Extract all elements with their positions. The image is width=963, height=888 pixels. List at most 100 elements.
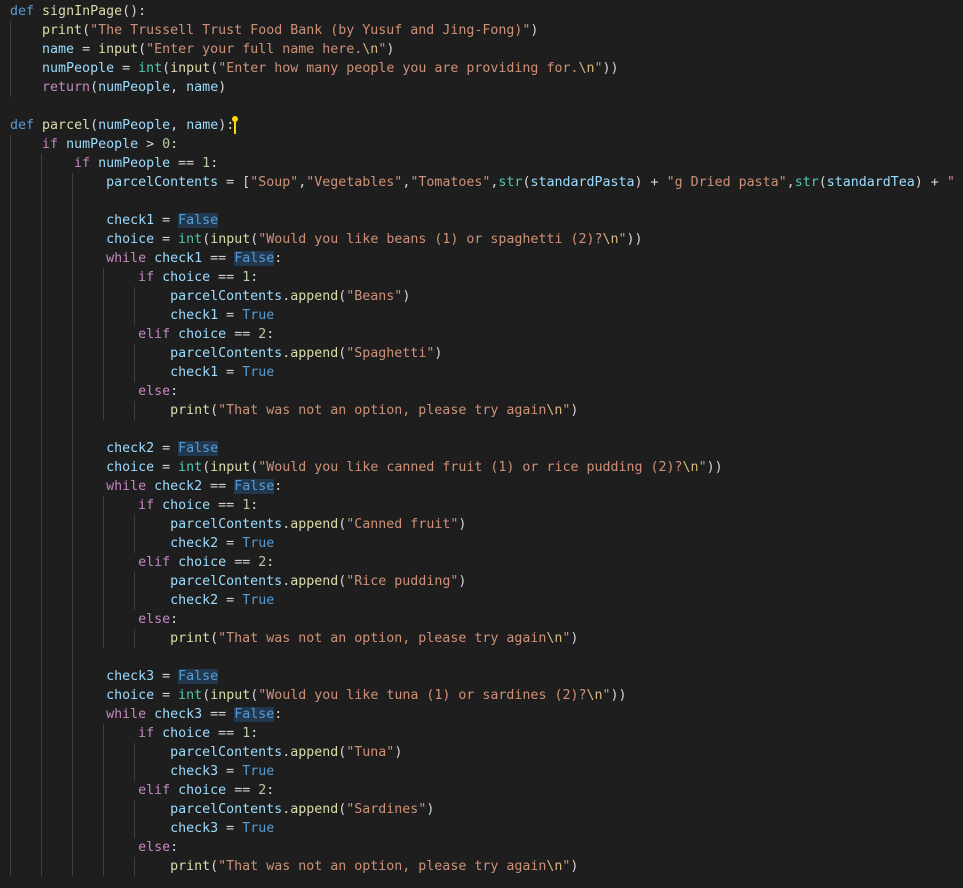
code-line[interactable]: numPeople = int(input("Enter how many pe…: [10, 59, 963, 78]
code-line[interactable]: choice = int(input("Would you like canne…: [10, 458, 963, 477]
code-text: elif choice == 2:: [138, 783, 275, 798]
indent-guide: [72, 192, 73, 211]
code-line[interactable]: check3 = True: [10, 762, 963, 781]
code-text: parcelContents.append("Canned fruit"): [170, 517, 467, 532]
code-line[interactable]: check2 = True: [10, 534, 963, 553]
code-line[interactable]: else:: [10, 610, 963, 629]
code-line[interactable]: else:: [10, 382, 963, 401]
code-line[interactable]: choice = int(input("Would you like beans…: [10, 230, 963, 249]
code-text: while check3 == False:: [106, 707, 283, 722]
code-text: while check2 == False:: [106, 479, 283, 494]
code-text: choice = int(input("Would you like canne…: [106, 460, 723, 475]
code-text: check3 = True: [170, 821, 275, 836]
indent-guide: [41, 648, 42, 667]
code-text: def signInPage():: [10, 4, 147, 19]
code-text: else:: [138, 840, 179, 855]
code-text: parcelContents.append("Beans"): [170, 289, 411, 304]
code-line[interactable]: elif choice == 2:: [10, 553, 963, 572]
code-text: return(numPeople, name): [42, 80, 227, 95]
code-text: check3 = True: [170, 764, 275, 779]
indent-guide: [10, 648, 11, 667]
code-editor[interactable]: def signInPage(): print("The Trussell Tr…: [0, 0, 963, 888]
code-text: choice = int(input("Would you like beans…: [106, 232, 643, 247]
code-text: name = input("Enter your full name here.…: [42, 42, 395, 57]
code-line[interactable]: print("The Trussell Trust Food Bank (by …: [10, 21, 963, 40]
code-line[interactable]: parcelContents.append("Beans"): [10, 287, 963, 306]
code-line[interactable]: check3 = False: [10, 667, 963, 686]
code-line[interactable]: [10, 97, 963, 116]
code-line[interactable]: parcelContents.append("Rice pudding"): [10, 572, 963, 591]
code-line[interactable]: [10, 420, 963, 439]
code-line[interactable]: [10, 192, 963, 211]
indent-guide: [41, 192, 42, 211]
code-line[interactable]: check1 = True: [10, 363, 963, 382]
code-text: def parcel(numPeople, name):: [10, 118, 235, 133]
code-line[interactable]: print("That was not an option, please tr…: [10, 857, 963, 876]
code-text: parcelContents = ["Soup","Vegetables","T…: [106, 175, 963, 190]
code-text: while check1 == False:: [106, 251, 283, 266]
code-line[interactable]: choice = int(input("Would you like tuna …: [10, 686, 963, 705]
code-line[interactable]: while check3 == False:: [10, 705, 963, 724]
code-line[interactable]: if choice == 1:: [10, 724, 963, 743]
code-text: parcelContents.append("Tuna"): [170, 745, 403, 760]
code-line[interactable]: check3 = True: [10, 819, 963, 838]
code-area[interactable]: def signInPage(): print("The Trussell Tr…: [10, 2, 963, 876]
code-line[interactable]: check1 = True: [10, 306, 963, 325]
code-line[interactable]: while check2 == False:: [10, 477, 963, 496]
code-line[interactable]: parcelContents = ["Soup","Vegetables","T…: [10, 173, 963, 192]
code-line[interactable]: print("That was not an option, please tr…: [10, 401, 963, 420]
code-line[interactable]: name = input("Enter your full name here.…: [10, 40, 963, 59]
code-line[interactable]: [10, 648, 963, 667]
indent-guide: [72, 648, 73, 667]
code-line[interactable]: if numPeople == 1:: [10, 154, 963, 173]
code-line[interactable]: parcelContents.append("Sardines"): [10, 800, 963, 819]
code-line[interactable]: check2 = False: [10, 439, 963, 458]
code-line[interactable]: return(numPeople, name): [10, 78, 963, 97]
code-line[interactable]: check2 = True: [10, 591, 963, 610]
code-text: choice = int(input("Would you like tuna …: [106, 688, 627, 703]
indent-guide: [41, 420, 42, 439]
code-text: else:: [138, 612, 179, 627]
code-line[interactable]: elif choice == 2:: [10, 781, 963, 800]
code-text: print("The Trussell Trust Food Bank (by …: [42, 23, 539, 38]
code-text: check1 = True: [170, 365, 275, 380]
code-text: check1 = True: [170, 308, 275, 323]
code-text: if numPeople == 1:: [74, 156, 219, 171]
code-line[interactable]: print("That was not an option, please tr…: [10, 629, 963, 648]
code-line[interactable]: def signInPage():: [10, 2, 963, 21]
code-text: else:: [138, 384, 179, 399]
code-text: elif choice == 2:: [138, 327, 275, 342]
code-line[interactable]: def parcel(numPeople, name):: [10, 115, 963, 135]
code-line[interactable]: else:: [10, 838, 963, 857]
indent-guide: [72, 420, 73, 439]
code-line[interactable]: if choice == 1:: [10, 496, 963, 515]
code-text: check2 = True: [170, 536, 275, 551]
code-text: parcelContents.append("Spaghetti"): [170, 346, 443, 361]
code-line[interactable]: if choice == 1:: [10, 268, 963, 287]
code-line[interactable]: if numPeople > 0:: [10, 135, 963, 154]
code-text: parcelContents.append("Sardines"): [170, 802, 435, 817]
code-text: if choice == 1:: [138, 726, 259, 741]
code-line[interactable]: parcelContents.append("Canned fruit"): [10, 515, 963, 534]
code-text: check2 = False: [106, 441, 219, 456]
code-text: print("That was not an option, please tr…: [170, 403, 579, 418]
code-text: check1 = False: [106, 213, 219, 228]
code-text: elif choice == 2:: [138, 555, 275, 570]
code-text: parcelContents.append("Rice pudding"): [170, 574, 467, 589]
code-line[interactable]: parcelContents.append("Spaghetti"): [10, 344, 963, 363]
indent-guide: [10, 192, 11, 211]
code-text: if numPeople > 0:: [42, 137, 179, 152]
code-text: if choice == 1:: [138, 270, 259, 285]
code-line[interactable]: parcelContents.append("Tuna"): [10, 743, 963, 762]
code-line[interactable]: elif choice == 2:: [10, 325, 963, 344]
code-text: check3 = False: [106, 669, 219, 684]
indent-guide: [10, 420, 11, 439]
code-text: check2 = True: [170, 593, 275, 608]
code-text: if choice == 1:: [138, 498, 259, 513]
code-text: print("That was not an option, please tr…: [170, 859, 579, 874]
code-text: numPeople = int(input("Enter how many pe…: [42, 61, 619, 76]
code-line[interactable]: check1 = False: [10, 211, 963, 230]
text-cursor: [232, 115, 239, 134]
code-text: print("That was not an option, please tr…: [170, 631, 579, 646]
code-line[interactable]: while check1 == False:: [10, 249, 963, 268]
